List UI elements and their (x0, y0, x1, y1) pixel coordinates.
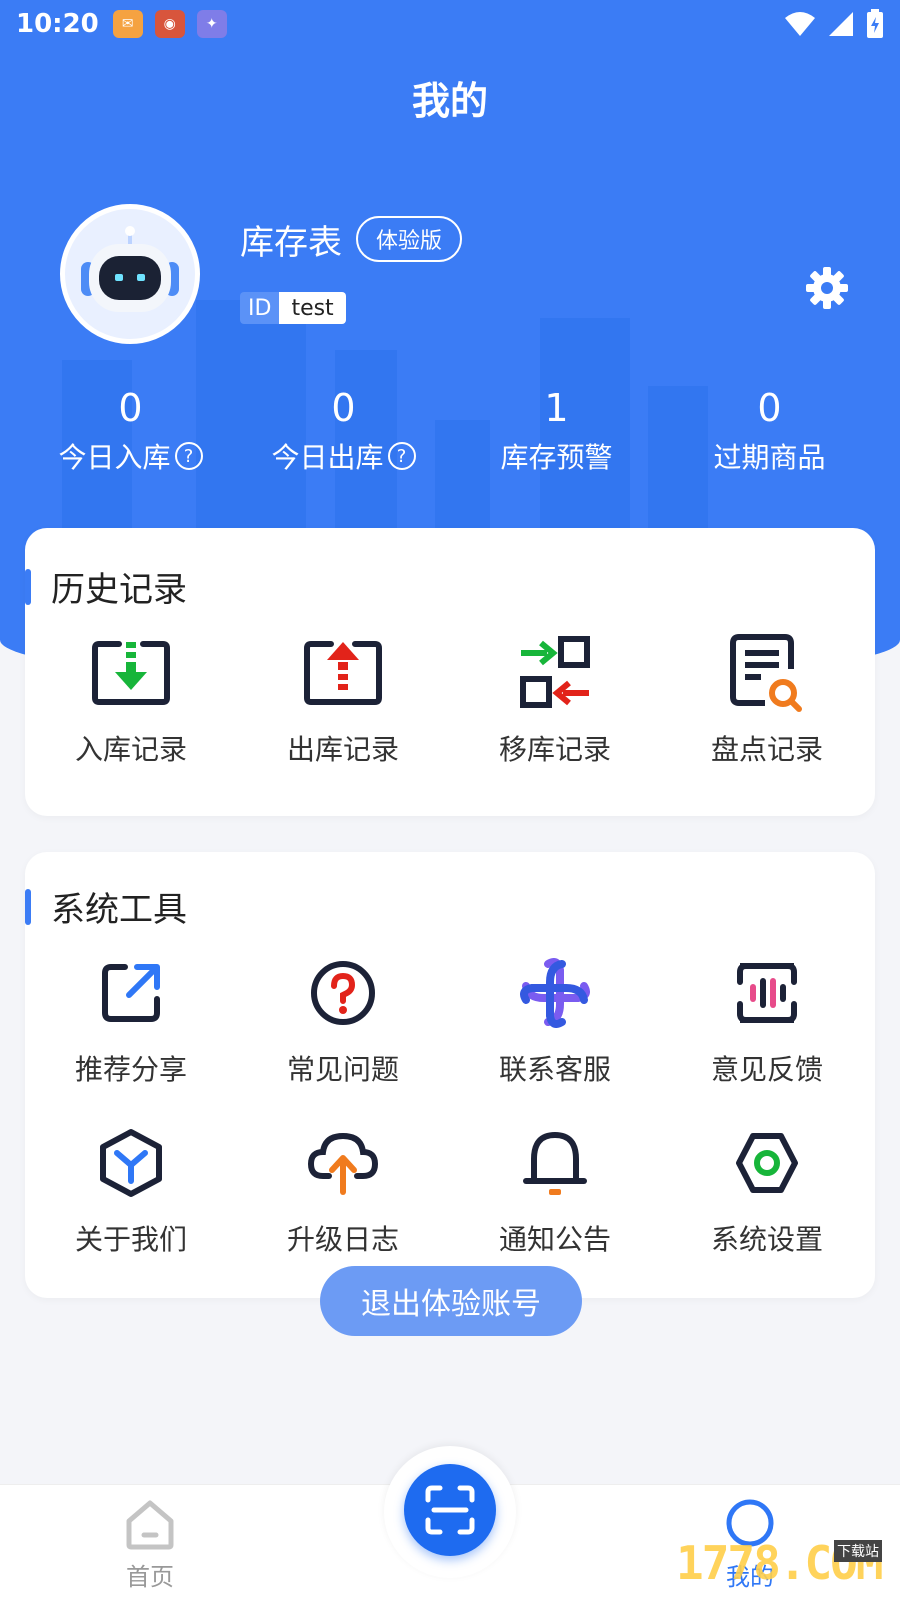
stat-expired-goods[interactable]: 0 过期商品 (663, 380, 876, 476)
about-item[interactable]: 关于我们 (25, 1118, 237, 1258)
item-label: 系统设置 (710, 1223, 823, 1256)
version-badge: 体验版 (356, 216, 463, 262)
question-icon (311, 961, 375, 1025)
scan-icon (425, 1485, 475, 1535)
avatar[interactable] (60, 204, 200, 344)
history-title: 历史记录 (25, 562, 187, 611)
history-card: 历史记录 入库记录 出库记录 移库记录 盘点记录 (25, 528, 875, 816)
item-label: 出库记录 (286, 733, 399, 766)
stat-value: 1 (544, 386, 569, 430)
item-label: 推荐分享 (74, 1053, 187, 1086)
robot-icon (81, 226, 179, 312)
system-settings-item[interactable]: 系统设置 (661, 1118, 873, 1258)
scan-button[interactable] (404, 1464, 496, 1556)
item-label: 意见反馈 (710, 1053, 823, 1086)
stat-label: 过期商品 (713, 441, 826, 474)
notification-app-icon: ✉ (112, 10, 143, 38)
outbound-record-item[interactable]: 出库记录 (237, 628, 449, 768)
stat-label: 今日出库 (271, 441, 384, 474)
stats-row: 0 今日入库? 0 今日出库? 1 库存预警 0 过期商品 (0, 380, 900, 476)
tab-home-label: 首页 (126, 1563, 174, 1591)
stat-label: 今日入库 (58, 441, 171, 474)
tools-card: 系统工具 推荐分享 常见问题 联系客服 意见反馈 关于我们 升级日志 通知公告 … (25, 852, 875, 1298)
id-value: test (279, 292, 346, 324)
system-settings-icon (736, 1133, 798, 1193)
item-label: 盘点记录 (710, 733, 823, 766)
item-label: 升级日志 (286, 1223, 399, 1256)
id-label: ID (240, 292, 280, 324)
help-icon[interactable]: ? (174, 442, 203, 470)
stat-today-outbound[interactable]: 0 今日出库? (237, 380, 450, 476)
about-icon (100, 1129, 162, 1197)
item-label: 入库记录 (74, 733, 187, 766)
item-label: 常见问题 (286, 1053, 399, 1086)
feedback-item[interactable]: 意见反馈 (661, 948, 873, 1088)
inbound-record-item[interactable]: 入库记录 (25, 628, 237, 768)
feedback-icon (737, 963, 797, 1023)
outbound-record-icon (304, 641, 382, 705)
bell-icon (523, 1131, 587, 1195)
status-time: 10:20 (16, 9, 99, 39)
signal-icon (829, 12, 853, 36)
page-title: 我的 (411, 79, 488, 123)
notification-weibo-icon: ◉ (154, 10, 185, 38)
item-label: 移库记录 (498, 733, 611, 766)
customer-service-item[interactable]: 联系客服 (449, 948, 661, 1088)
item-label: 联系客服 (498, 1053, 611, 1086)
stat-value: 0 (757, 386, 782, 430)
battery-icon (867, 9, 883, 38)
stat-today-inbound[interactable]: 0 今日入库? (24, 380, 237, 476)
inventory-check-item[interactable]: 盘点记录 (661, 628, 873, 768)
help-icon[interactable]: ? (387, 442, 416, 470)
item-label: 通知公告 (498, 1223, 611, 1256)
tools-title: 系统工具 (25, 882, 187, 931)
notification-bird-icon: ✦ (196, 10, 227, 38)
watermark-subtitle: 下载站 (834, 1540, 882, 1562)
transfer-record-icon (520, 636, 590, 708)
share-icon (102, 964, 160, 1022)
announcement-item[interactable]: 通知公告 (449, 1118, 661, 1258)
stat-stock-warning[interactable]: 1 库存预警 (450, 380, 663, 476)
gear-icon[interactable] (803, 264, 851, 312)
faq-item[interactable]: 常见问题 (237, 948, 449, 1088)
inventory-check-icon (730, 634, 802, 712)
upgrade-log-item[interactable]: 升级日志 (237, 1118, 449, 1258)
user-id: ID test (240, 292, 346, 324)
tab-home[interactable]: 首页 (90, 1499, 210, 1592)
logout-trial-button[interactable]: 退出体验账号 (320, 1266, 582, 1336)
stat-value: 0 (331, 386, 356, 430)
home-icon (126, 1500, 174, 1550)
status-bar: 10:20 ✉ ◉ ✦ (0, 0, 900, 48)
wifi-icon (785, 12, 815, 36)
transfer-record-item[interactable]: 移库记录 (449, 628, 661, 768)
stat-value: 0 (118, 386, 143, 430)
item-label: 关于我们 (74, 1223, 187, 1256)
share-item[interactable]: 推荐分享 (25, 948, 237, 1088)
username: 库存表 (240, 223, 342, 263)
stat-label: 库存预警 (500, 441, 613, 474)
inbound-record-icon (92, 641, 170, 705)
customer-service-icon (520, 958, 590, 1028)
upgrade-log-icon (307, 1132, 379, 1195)
